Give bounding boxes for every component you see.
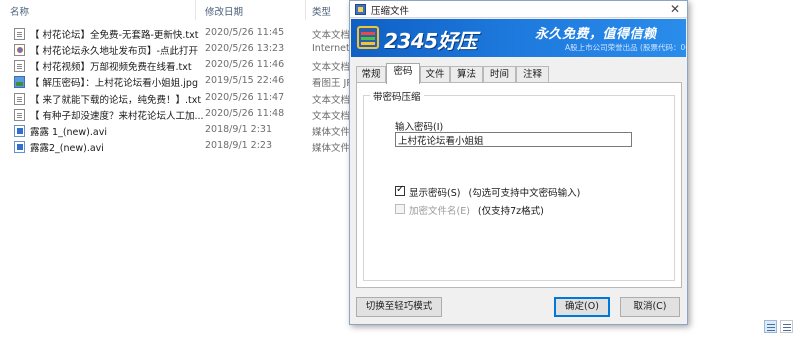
file-name: 露露 1_(new).avi <box>30 127 107 138</box>
file-type: 媒体文件 <box>312 143 350 154</box>
file-row[interactable]: 【 村花论坛】全免费-无套路-更新快.txt 2020/5/26 11:45 文… <box>0 26 350 42</box>
file-row[interactable]: 【 村花视频】万部视频免费在线看.txt 2020/5/26 11:46 文本文… <box>0 58 350 74</box>
file-date: 2020/5/26 11:47 <box>205 92 285 103</box>
group-title: 带密码压缩 <box>370 89 424 103</box>
video-file-icon <box>14 141 25 153</box>
dialog-title: 压缩文件 <box>371 6 410 17</box>
dialog-titlebar[interactable]: 压缩文件 ✕ <box>350 1 687 18</box>
text-file-icon <box>14 28 25 40</box>
compress-dialog: 压缩文件 ✕ 2345好压 永久免费，值得信赖 A股上市公司荣誉出品 (股票代码… <box>349 0 688 325</box>
file-name: 【 解压密码】：上村花论坛看小姐姐.jpg <box>30 78 198 89</box>
tab-strip: 常规 密码 文件 算法 时间 注释 <box>356 63 676 84</box>
file-date: 2020/5/26 11:45 <box>205 27 285 38</box>
file-date: 2020/5/26 11:46 <box>205 59 285 70</box>
column-divider[interactable] <box>305 0 306 20</box>
file-type: 文本文档 <box>312 62 350 73</box>
ok-button[interactable]: 确定(O) <box>554 297 610 317</box>
text-file-icon <box>14 93 25 105</box>
encrypt-filenames-label: 加密文件名(E) <box>409 206 470 217</box>
tab-password[interactable]: 密码 <box>386 63 420 84</box>
details-view-icon[interactable] <box>764 320 777 333</box>
video-file-icon <box>14 125 25 137</box>
file-row[interactable]: 【 村花论坛永久地址发布页】-点此打开 2020/5/26 13:23 Inte… <box>0 42 350 58</box>
encrypt-filenames-hint: (仅支持7z格式) <box>477 206 544 217</box>
show-password-checkbox[interactable] <box>395 184 405 196</box>
file-row[interactable]: 露露 1_(new).avi 2018/9/1 2:31 媒体文件 <box>0 123 350 139</box>
password-input[interactable] <box>395 132 632 147</box>
file-name: 【 村花论坛永久地址发布页】-点此打开 <box>30 46 198 57</box>
file-name: 【 村花视频】万部视频免费在线看.txt <box>30 62 192 73</box>
tab-comment[interactable]: 注释 <box>516 66 549 83</box>
file-type: 媒体文件 <box>312 127 350 138</box>
brand-banner: 2345好压 永久免费，值得信赖 A股上市公司荣誉出品 (股票代码：002195… <box>351 19 686 57</box>
password-tab-panel: 带密码压缩 输入密码(I) 显示密码(S) (勾选可支持中文密码输入) 加密文件名… <box>356 82 682 288</box>
file-type: Internet <box>312 43 350 54</box>
tab-files[interactable]: 文件 <box>420 66 450 83</box>
image-file-icon <box>14 76 25 88</box>
close-icon[interactable]: ✕ <box>667 2 683 17</box>
brand-slogan: 永久免费，值得信赖 <box>535 27 657 42</box>
view-toggle <box>764 320 794 334</box>
show-password-label: 显示密码(S) <box>409 188 461 199</box>
file-name: 【 村花论坛】全免费-无套路-更新快.txt <box>30 30 199 41</box>
switch-light-mode-button[interactable]: 切换至轻巧模式 <box>356 297 442 317</box>
brand-name: 2345好压 <box>384 29 477 53</box>
file-type: 文本文档 <box>312 30 350 41</box>
file-row[interactable]: 露露2_(new).avi 2018/9/1 2:23 媒体文件 <box>0 139 350 155</box>
cancel-button[interactable]: 取消(C) <box>620 297 680 317</box>
internet-shortcut-icon <box>14 44 25 56</box>
file-date: 2018/9/1 2:23 <box>205 140 273 151</box>
file-date: 2020/5/26 13:23 <box>205 43 285 54</box>
file-row[interactable]: 【 有种子却没速度？来村花论坛人工加... 2020/5/26 11:48 文本… <box>0 107 350 123</box>
file-type: 看图王 JP <box>312 78 350 89</box>
tab-algorithm[interactable]: 算法 <box>450 66 483 83</box>
file-row[interactable]: 【 解压密码】：上村花论坛看小姐姐.jpg 2019/5/15 22:46 看图… <box>0 74 350 90</box>
haozip-app-icon <box>355 4 366 15</box>
encrypt-filenames-checkbox[interactable] <box>395 204 405 214</box>
file-name: 【 来了就能下载的论坛，纯免费！】.txt <box>30 95 202 106</box>
file-row[interactable]: 【 来了就能下载的论坛，纯免费！】.txt 2020/5/26 11:47 文本… <box>0 91 350 107</box>
file-date: 2018/9/1 2:31 <box>205 124 273 135</box>
tab-time[interactable]: 时间 <box>483 66 516 83</box>
column-header-name[interactable]: 名称 <box>10 4 29 20</box>
tab-general[interactable]: 常规 <box>356 66 386 83</box>
column-divider[interactable] <box>195 0 196 20</box>
file-type: 文本文档 <box>312 95 350 106</box>
text-file-icon <box>14 109 25 121</box>
column-header-date[interactable]: 修改日期 <box>205 4 243 20</box>
file-type: 文本文档 <box>312 111 350 122</box>
brand-subtitle: A股上市公司荣誉出品 (股票代码：002195) <box>565 43 686 52</box>
file-date: 2020/5/26 11:48 <box>205 108 285 119</box>
show-password-hint: (勾选可支持中文密码输入) <box>468 188 581 199</box>
large-icons-view-icon[interactable] <box>780 320 793 333</box>
password-label: 输入密码(I) <box>395 122 444 133</box>
haozip-logo-icon <box>357 26 379 49</box>
file-name: 【 有种子却没速度？来村花论坛人工加... <box>30 111 204 122</box>
column-header-type[interactable]: 类型 <box>312 4 331 20</box>
text-file-icon <box>14 60 25 72</box>
file-name: 露露2_(new).avi <box>30 143 104 154</box>
file-date: 2019/5/15 22:46 <box>205 75 285 86</box>
